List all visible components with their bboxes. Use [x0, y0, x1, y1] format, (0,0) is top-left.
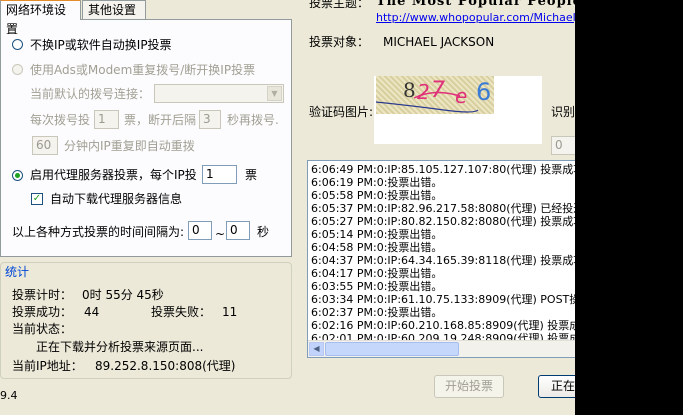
dial-connection-select[interactable]: ▼	[154, 84, 284, 103]
each-dial-votes-input[interactable]: 1	[94, 110, 119, 129]
adsl-redial-radio[interactable]	[12, 64, 23, 75]
adsl-redial-label: 使用Ads或Modem重复拨号/断开换IP投票	[30, 63, 256, 77]
list-item: 6:04:58 PM:0:投票出错。	[311, 241, 443, 254]
version-text: 9.4	[0, 389, 18, 402]
list-item: 6:02:16 PM:0:IP:60.210.168.85:8909(代理) 投…	[311, 319, 577, 332]
vote-log-list[interactable]: 6:06:49 PM:0:IP:85.105.127.107:80(代理) 投票…	[307, 160, 577, 358]
tab-other-settings[interactable]: 其他设置	[82, 0, 146, 19]
status-value: 正在下载并分析投票来源页面...	[36, 340, 204, 354]
ip-value: 89.252.8.150:808(代理)	[95, 359, 236, 373]
vote-url-link[interactable]: http://www.whopopular.com/MichaelJac	[376, 11, 592, 25]
scroll-thumb[interactable]	[325, 342, 459, 356]
ip-label: 当前IP地址：	[12, 359, 83, 373]
vote-object-label: 投票对象：	[309, 35, 370, 49]
list-item: 6:06:49 PM:0:IP:85.105.127.107:80(代理) 投票…	[311, 163, 577, 176]
tab-network-settings[interactable]: 网络环境设置	[0, 0, 81, 36]
redial-text: 分钟内IP重复即自动重拨	[64, 139, 195, 153]
list-item: 6:06:19 PM:0:投票出错。	[311, 176, 443, 189]
list-item: 6:04:37 PM:0:IP:64.34.165.39:8118(代理) 投票…	[311, 254, 577, 267]
list-item: 6:05:14 PM:0:投票出错。	[311, 228, 443, 241]
list-item: 6:02:37 PM:0:投票出错。	[311, 306, 443, 319]
proxy-votes-input[interactable]: 1	[202, 165, 237, 184]
vote-topic-label: 投票主题：	[309, 0, 370, 10]
list-item: 6:05:27 PM:0:IP:80.82.150.82:8080(代理) 投票…	[311, 215, 577, 228]
offscreen-black-area	[575, 0, 683, 415]
timer-label: 投票计时：	[12, 288, 73, 302]
each-dial-seconds-input[interactable]: 3	[199, 110, 221, 129]
list-item: 6:05:58 PM:0:投票出错。	[311, 189, 443, 202]
vote-topic-value: The Most Popular People O	[376, 0, 600, 9]
list-item: 6:05:37 PM:0:IP:82.96.217.58:8080(代理) 已经…	[311, 202, 577, 215]
chevron-down-icon: ▼	[267, 86, 282, 101]
list-item: 6:03:55 PM:0:投票出错。	[311, 280, 443, 293]
success-label: 投票成功：	[12, 305, 73, 319]
interval-label: 以上各种方式投票的时间间隔为:	[12, 225, 185, 239]
each-dial-suffix: 秒再拨号.	[227, 113, 279, 127]
interval-unit: 秒	[257, 225, 270, 239]
each-dial-prefix: 每次拨号投	[30, 113, 91, 127]
recognize-label: 识别	[551, 105, 576, 119]
interval-min-input[interactable]: 0	[188, 221, 212, 240]
log-horizontal-scrollbar[interactable]: ◀	[308, 340, 576, 357]
check-icon: ✓	[32, 193, 42, 204]
proxy-vote-radio[interactable]	[12, 170, 23, 181]
start-vote-button[interactable]: 开始投票	[434, 375, 504, 398]
auto-download-label: 自动下载代理服务器信息	[50, 192, 183, 206]
captcha-label: 验证码图片:	[309, 105, 374, 119]
list-item: 6:03:34 PM:0:IP:61.10.75.133:8909(代理) PO…	[311, 293, 577, 306]
stats-title: 统计	[4, 265, 31, 279]
scroll-left-icon[interactable]: ◀	[309, 342, 324, 356]
interval-separator: ~	[215, 227, 226, 241]
success-value: 44	[84, 305, 100, 319]
no-ip-change-label: 不换IP或软件自动换IP投票	[30, 38, 172, 52]
no-ip-change-radio[interactable]	[12, 39, 23, 50]
fail-label: 投票失败：	[151, 305, 212, 319]
list-item: 6:04:17 PM:0:投票出错。	[311, 267, 443, 280]
redial-minutes-input[interactable]: 60	[32, 136, 58, 155]
captcha-image: 8 2 7 e 6	[374, 76, 542, 144]
auto-download-checkbox[interactable]: ✓	[31, 193, 43, 205]
captcha-strike-line	[375, 91, 479, 113]
each-dial-mid-text: 票，断开后隔	[124, 113, 197, 127]
timer-value: 0时 55分 45秒	[82, 288, 164, 302]
interval-max-input[interactable]: 0	[226, 221, 250, 240]
status-label: 当前状态：	[12, 322, 73, 336]
vote-object-value: MICHAEL JACKSON	[383, 35, 495, 49]
proxy-vote-label: 启用代理服务器投票，每个IP投	[30, 168, 197, 182]
fail-value: 11	[222, 305, 238, 319]
dial-connection-label: 当前默认的拨号连接：	[30, 87, 151, 101]
proxy-votes-unit: 票	[245, 168, 258, 182]
